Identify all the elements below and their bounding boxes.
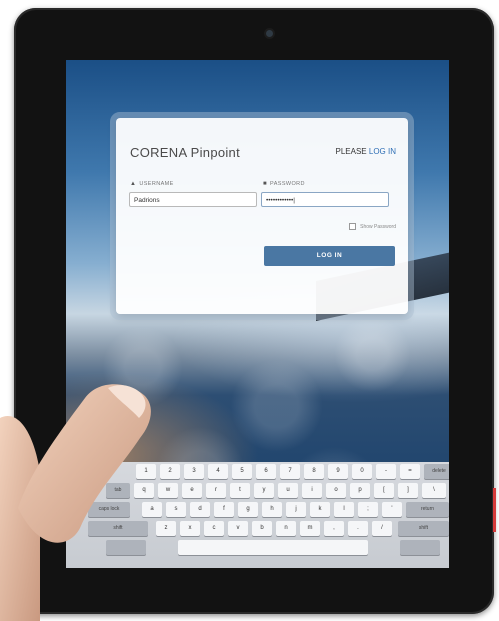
password-label-row: ■ PASSWORD (263, 181, 305, 187)
key-n[interactable]: n (276, 521, 296, 536)
camera-icon (266, 30, 273, 37)
key-comma[interactable]: , (324, 521, 344, 536)
password-input[interactable]: ••••••••••••| (261, 192, 389, 207)
app-title-sub: Pinpoint (190, 145, 241, 160)
show-password-checkbox[interactable] (349, 223, 357, 230)
key-f[interactable]: f (214, 502, 234, 517)
key-i[interactable]: i (302, 483, 322, 498)
hand-holding-tablet-image (0, 384, 151, 621)
key-r[interactable]: r (206, 483, 226, 498)
key-g[interactable]: g (238, 502, 258, 517)
key-minus[interactable]: - (376, 464, 396, 479)
prompt-text: PLEASE (335, 147, 367, 156)
key-period[interactable]: . (348, 521, 368, 536)
key-e[interactable]: e (182, 483, 202, 498)
key-c[interactable]: c (204, 521, 224, 536)
user-icon: ▲ (130, 181, 137, 187)
key-symbols-right[interactable] (400, 540, 440, 555)
key-3[interactable]: 3 (184, 464, 204, 479)
key-l[interactable]: l (334, 502, 354, 517)
username-label: USERNAME (139, 181, 174, 187)
key-p[interactable]: p (350, 483, 370, 498)
key-slash[interactable]: / (372, 521, 392, 536)
password-label: PASSWORD (270, 181, 305, 187)
decorative-red-line (493, 488, 496, 532)
key-return[interactable]: return (406, 502, 449, 517)
key-equals[interactable]: = (400, 464, 420, 479)
key-t[interactable]: t (230, 483, 250, 498)
key-x[interactable]: x (180, 521, 200, 536)
show-password-label: Show Password (360, 223, 396, 230)
key-9[interactable]: 9 (328, 464, 348, 479)
show-password-option[interactable]: Show Password (349, 223, 396, 230)
key-backslash[interactable]: \ (422, 483, 446, 498)
app-title: CORENA Pinpoint (130, 145, 240, 160)
key-6[interactable]: 6 (256, 464, 276, 479)
key-5[interactable]: 5 (232, 464, 252, 479)
key-d[interactable]: d (190, 502, 210, 517)
key-4[interactable]: 4 (208, 464, 228, 479)
key-7[interactable]: 7 (280, 464, 300, 479)
key-h[interactable]: h (262, 502, 282, 517)
login-dialog: CORENA Pinpoint PLEASE LOG IN ▲ USERNAME… (116, 118, 408, 314)
key-0[interactable]: 0 (352, 464, 372, 479)
key-space[interactable] (178, 540, 368, 555)
key-j[interactable]: j (286, 502, 306, 517)
key-delete[interactable]: delete (424, 464, 449, 479)
key-m[interactable]: m (300, 521, 320, 536)
key-u[interactable]: u (278, 483, 298, 498)
key-8[interactable]: 8 (304, 464, 324, 479)
key-left-bracket[interactable]: [ (374, 483, 394, 498)
key-right-bracket[interactable]: ] (398, 483, 418, 498)
key-o[interactable]: o (326, 483, 346, 498)
key-quote[interactable]: ' (382, 502, 402, 517)
username-label-row: ▲ USERNAME (130, 181, 174, 187)
app-title-main: CORENA (130, 145, 187, 160)
key-v[interactable]: v (228, 521, 248, 536)
lock-icon: ■ (263, 181, 268, 187)
login-prompt: PLEASE LOG IN (336, 147, 397, 156)
login-link[interactable]: LOG IN (369, 147, 396, 156)
username-input[interactable]: Padrions (129, 192, 257, 207)
key-k[interactable]: k (310, 502, 330, 517)
key-b[interactable]: b (252, 521, 272, 536)
key-y[interactable]: y (254, 483, 274, 498)
login-button[interactable]: LOG IN (264, 246, 395, 266)
key-semicolon[interactable]: ; (358, 502, 378, 517)
key-shift-right[interactable]: shift (398, 521, 449, 536)
